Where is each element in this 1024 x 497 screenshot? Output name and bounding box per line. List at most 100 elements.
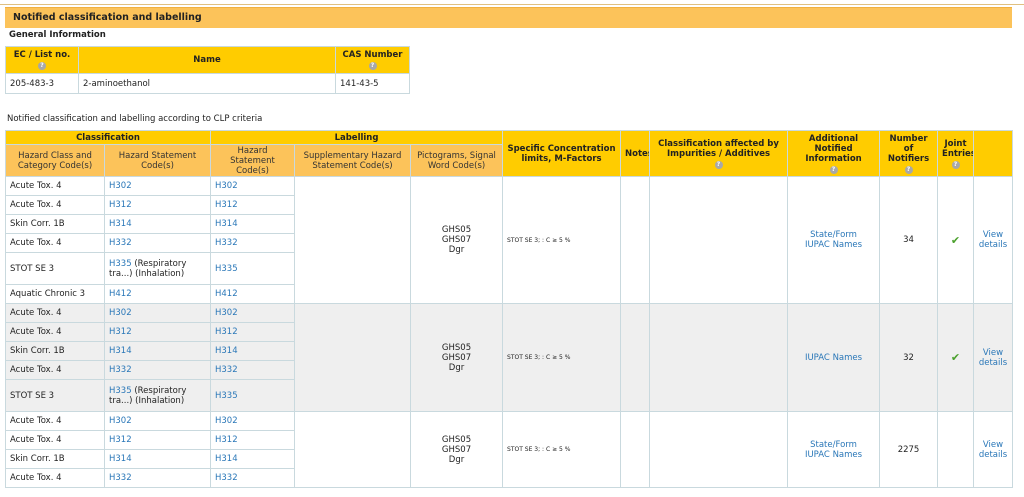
- label-hazard-statement-link[interactable]: H314: [215, 454, 238, 464]
- additional-info-link[interactable]: State/Form: [792, 440, 875, 450]
- additional-info-link[interactable]: State/Form: [792, 230, 875, 240]
- hazard-class-cell: Acute Tox. 4: [5, 303, 105, 323]
- notes-cell: [620, 176, 651, 304]
- hazard-statement-cell: H335 (Respiratory tra...) (Inhalation): [104, 252, 211, 285]
- hazard-statement-link[interactable]: H302: [109, 181, 132, 191]
- pictogram-code: GHS07: [441, 444, 472, 455]
- help-icon[interactable]: ?: [38, 62, 46, 70]
- label-hazard-statement-link[interactable]: H412: [215, 289, 238, 299]
- hazard-statement-cell: H332: [104, 468, 211, 488]
- hazard-statement-cell: H332: [104, 233, 211, 253]
- pictograms-cell: GHS05 GHS07 Dgr: [409, 303, 504, 412]
- additional-info-link[interactable]: IUPAC Names: [792, 450, 875, 460]
- hazard-statement-cell: H314: [104, 341, 211, 361]
- label-hazard-statement-cell: H312: [210, 430, 295, 450]
- hazard-statement-link[interactable]: H412: [109, 289, 132, 299]
- pictograms-cell: GHS05 GHS07 Dgr: [409, 411, 504, 488]
- view-details-link[interactable]: View details: [978, 348, 1008, 368]
- hazard-statement-link[interactable]: H302: [109, 308, 132, 318]
- label-hazard-statement-link[interactable]: H312: [215, 435, 238, 445]
- label-hazard-statement-cell: H332: [210, 468, 295, 488]
- pictogram-code: GHS07: [441, 235, 472, 245]
- impurities-cell: [649, 411, 789, 488]
- label-hazard-statement-link[interactable]: H314: [215, 219, 238, 229]
- name-value: 2-aminoethanol: [78, 73, 336, 94]
- notifiers-header: Number of Notifiers?: [879, 130, 939, 177]
- hazard-statement-link[interactable]: H332: [109, 365, 132, 375]
- checkmark-icon: ✔: [950, 351, 961, 364]
- section-title: Notified classification and labelling: [13, 12, 202, 23]
- additional-header: Additional Notified Information?: [787, 130, 881, 177]
- cas-value: 141-43-5: [335, 73, 410, 94]
- label-hazard-statement-link[interactable]: H312: [215, 200, 238, 210]
- hazard-statement-link[interactable]: H332: [109, 473, 132, 483]
- hazard-statement-link[interactable]: H302: [109, 416, 132, 426]
- hazard-statement-link[interactable]: H314: [109, 454, 132, 464]
- label-hazard-statement-cell: H335: [210, 252, 295, 285]
- label-hazard-statement-link[interactable]: H332: [215, 238, 238, 248]
- label-hazard-statement-link[interactable]: H302: [215, 308, 238, 318]
- hazard-statement-link[interactable]: H332: [109, 238, 132, 248]
- hazard-statement-link[interactable]: H335: [109, 259, 132, 269]
- hazard-statement-link[interactable]: H312: [109, 435, 132, 445]
- pictograms-header: Pictograms, Signal Word Code(s): [409, 144, 504, 177]
- general-info-title: General Information: [9, 30, 106, 40]
- classification-table: Classification Labelling Specific Concen…: [5, 130, 1014, 488]
- label-hazard-statement-link[interactable]: H302: [215, 416, 238, 426]
- label-hazard-statement-cell: H302: [210, 176, 295, 196]
- hazard-statement-cell: H312: [104, 322, 211, 342]
- supplementary-cell: [294, 411, 411, 488]
- hazard-class-cell: Skin Corr. 1B: [5, 214, 105, 234]
- table-row: Acute Tox. 4 H302 H302 GHS05 GHS07 Dgr STOT SE…: [5, 411, 1014, 488]
- hazard-class-cell: Acute Tox. 4: [5, 195, 105, 215]
- hazard-statement-link[interactable]: H314: [109, 219, 132, 229]
- additional-cell: IUPAC Names: [787, 303, 881, 412]
- view-details-link[interactable]: View details: [978, 230, 1008, 250]
- view-details-link[interactable]: View details: [978, 440, 1008, 460]
- joint-cell: ✔: [937, 176, 975, 304]
- label-hazard-statement-cell: H332: [210, 360, 295, 380]
- top-border: [0, 0, 1024, 5]
- hazard-statement-link[interactable]: H314: [109, 346, 132, 356]
- hazard-class-cell: Acute Tox. 4: [5, 233, 105, 253]
- hazard-class-cell: Acute Tox. 4: [5, 322, 105, 342]
- hazard-statement-cell: H302: [104, 176, 211, 196]
- label-hazard-statement-link[interactable]: H302: [215, 181, 238, 191]
- pictogram-code: GHS05: [441, 225, 472, 235]
- hazard-class-cell: Skin Corr. 1B: [5, 449, 105, 469]
- additional-info-link[interactable]: IUPAC Names: [792, 353, 875, 363]
- label-hazard-statement-link[interactable]: H335: [215, 264, 238, 274]
- help-icon[interactable]: ?: [829, 165, 838, 174]
- label-hazard-statement-link[interactable]: H314: [215, 346, 238, 356]
- hazard-statement-cell: H412: [104, 284, 211, 304]
- label-hazard-statement-header: Hazard Statement Code(s): [210, 144, 295, 177]
- help-icon[interactable]: ?: [951, 160, 960, 169]
- hazard-statement-link[interactable]: H335: [109, 386, 132, 396]
- hazard-statement-cell: H312: [104, 195, 211, 215]
- notifiers-cell: 2275: [879, 411, 939, 488]
- help-icon[interactable]: ?: [904, 165, 913, 174]
- pictogram-code: Dgr: [448, 362, 465, 373]
- additional-info-link[interactable]: IUPAC Names: [792, 240, 875, 250]
- hazard-statement-link[interactable]: H312: [109, 327, 132, 337]
- label-hazard-statement-link[interactable]: H312: [215, 327, 238, 337]
- impurities-header: Classification affected by Impurities / …: [649, 130, 789, 177]
- hazard-class-cell: STOT SE 3: [5, 252, 105, 285]
- label-hazard-statement-cell: H314: [210, 449, 295, 469]
- hazard-class-cell: Acute Tox. 4: [5, 468, 105, 488]
- help-icon[interactable]: ?: [714, 160, 723, 169]
- labelling-group-header: Labelling: [209, 130, 504, 145]
- notes-cell: [620, 411, 651, 488]
- help-icon[interactable]: ?: [368, 62, 377, 70]
- label-hazard-statement-cell: H335: [210, 379, 295, 412]
- hazard-statement-cell: H302: [104, 411, 211, 431]
- hazard-statement-link[interactable]: H312: [109, 200, 132, 210]
- label-hazard-statement-link[interactable]: H335: [215, 391, 238, 401]
- label-hazard-statement-link[interactable]: H332: [215, 365, 238, 375]
- checkmark-icon: ✔: [950, 233, 961, 247]
- label-hazard-statement-link[interactable]: H332: [215, 473, 238, 483]
- view-details-cell: View details: [973, 411, 1014, 488]
- hazard-class-cell: Acute Tox. 4: [5, 430, 105, 450]
- pictogram-code: Dgr: [448, 454, 465, 465]
- cas-header: CAS Number?: [335, 46, 410, 74]
